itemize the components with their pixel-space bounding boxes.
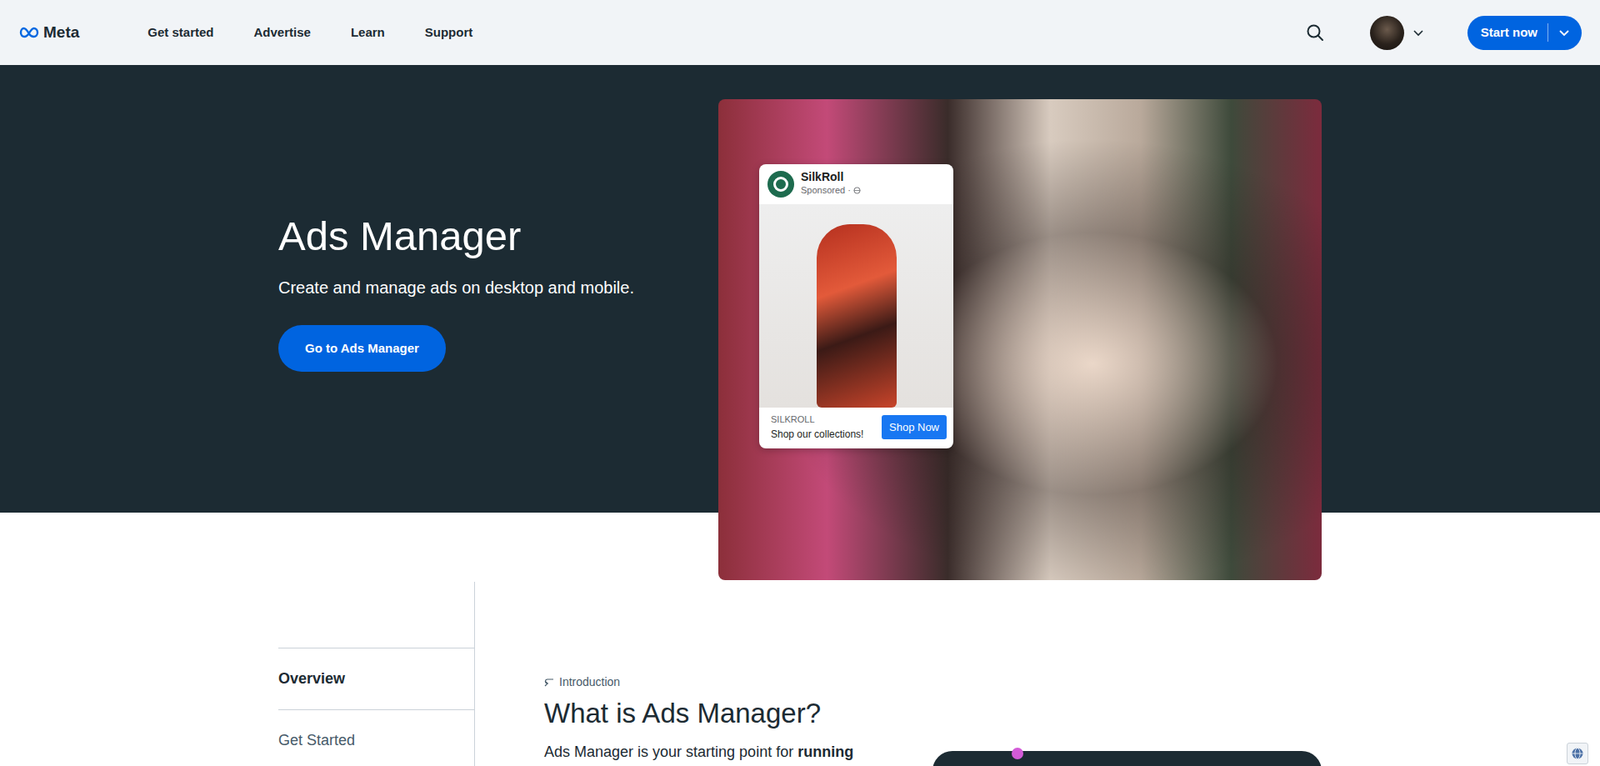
- chevron-down-icon[interactable]: [1558, 26, 1570, 39]
- sidebar-item[interactable]: Overview: [278, 647, 475, 710]
- dress-picture: [816, 224, 897, 408]
- hero-subtitle: Create and manage ads on desktop and mob…: [278, 275, 635, 300]
- go-to-ads-manager-button[interactable]: Go to Ads Manager: [278, 325, 446, 372]
- section-eyebrow: Introduction: [544, 674, 900, 690]
- globe-icon: [853, 186, 861, 195]
- ad-image: [759, 204, 954, 408]
- start-now-label: Start now: [1480, 23, 1538, 43]
- article-title: What is Ads Manager?: [544, 696, 900, 730]
- sidebar-item-label: Get Started: [278, 729, 355, 752]
- account-menu[interactable]: [1370, 15, 1425, 50]
- ad-caption: Shop our collections!: [770, 426, 864, 442]
- top-bar: Meta Get started Advertise Learn Support St…: [0, 0, 1600, 65]
- chevron-down-icon[interactable]: [1412, 26, 1425, 39]
- main-content: Introduction What is Ads Manager? Ads Ma…: [475, 581, 1322, 766]
- hero-inner: Ads Manager Create and manage ads on des…: [278, 65, 1322, 580]
- ad-brand: SilkRoll: [800, 170, 861, 184]
- ad-sponsored-row: Sponsored ·: [800, 183, 861, 198]
- hero-title: Ads Manager: [278, 211, 635, 261]
- start-now-button[interactable]: Start now: [1467, 15, 1582, 50]
- meta-logo[interactable]: Meta: [18, 20, 80, 45]
- hero-text: Ads Manager Create and manage ads on des…: [278, 99, 635, 580]
- article: Introduction What is Ads Manager? Ads Ma…: [544, 674, 900, 766]
- nav-link[interactable]: Learn: [350, 23, 385, 43]
- nav-link[interactable]: Get started: [147, 23, 214, 43]
- sidebar-item[interactable]: Get Started: [278, 709, 475, 766]
- return-arrow-icon: [544, 676, 555, 687]
- ad-header: SilkRoll Sponsored ·: [759, 164, 954, 205]
- content: Overview Get Started Introduction What is…: [278, 581, 1322, 766]
- globe-icon[interactable]: [1570, 746, 1585, 760]
- button-divider: [1547, 23, 1549, 42]
- nav-link[interactable]: Support: [425, 23, 474, 43]
- ad-preview-card: SilkRoll Sponsored ·: [759, 164, 954, 449]
- avatar[interactable]: [1370, 15, 1405, 50]
- language-button[interactable]: [1566, 742, 1589, 765]
- search-icon[interactable]: [1305, 22, 1325, 43]
- media-dot: [1011, 747, 1024, 760]
- article-text-plain: Ads Manager is your starting point for: [544, 743, 794, 760]
- logo-text: Meta: [43, 20, 80, 45]
- hero: Ads Manager Create and manage ads on des…: [0, 65, 1600, 513]
- hero-photo: SilkRoll Sponsored ·: [718, 99, 1322, 580]
- sidebar-item-label: Overview: [278, 667, 345, 690]
- article-text-bold: running: [797, 743, 854, 760]
- nav-link[interactable]: Advertise: [254, 23, 311, 43]
- eyebrow-label: Introduction: [559, 674, 620, 690]
- shop-now-button[interactable]: Shop Now: [881, 415, 947, 440]
- media-block: [932, 750, 1322, 766]
- ad-sponsored: Sponsored ·: [800, 183, 851, 198]
- nav-menu: Get started Advertise Learn Support: [147, 23, 473, 43]
- article-text: Ads Manager is your starting point for r…: [544, 740, 900, 764]
- sidebar: Overview Get Started: [278, 581, 475, 766]
- brand-logo-icon: [767, 170, 795, 198]
- ad-footer: SILKROLL Shop our collections! Shop Now: [759, 407, 954, 449]
- ad-caption-brand: SILKROLL: [770, 412, 864, 427]
- meta-infinity-icon: [18, 25, 40, 40]
- top-actions: Start now: [1305, 15, 1582, 50]
